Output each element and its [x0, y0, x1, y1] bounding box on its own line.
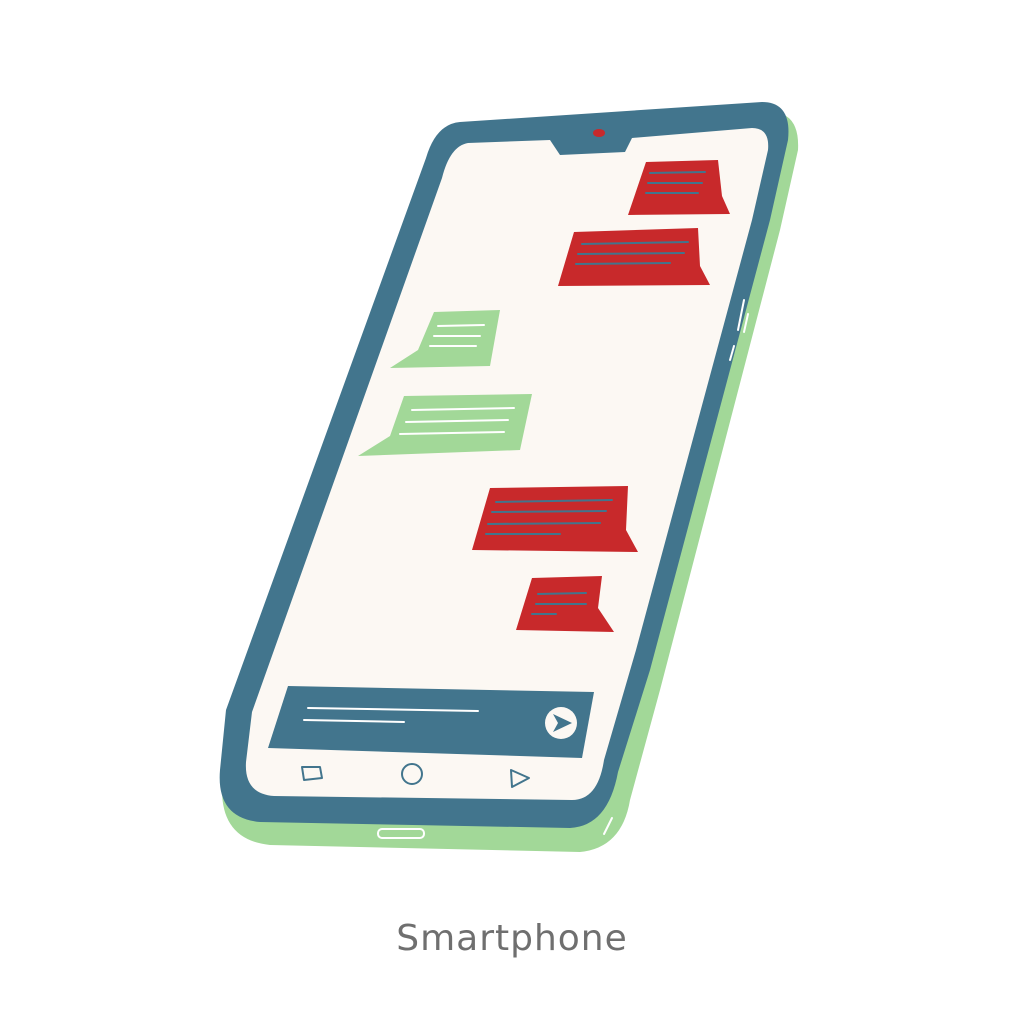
caption-text: Smartphone: [396, 918, 628, 959]
message-bubble-sent-3: [472, 486, 638, 552]
send-button[interactable]: [545, 707, 577, 739]
illustration-stage: Smartphone: [0, 0, 1024, 1024]
camera-dot: [593, 129, 605, 137]
message-bubble-sent-2: [558, 228, 710, 286]
smartphone-illustration: [219, 102, 799, 852]
